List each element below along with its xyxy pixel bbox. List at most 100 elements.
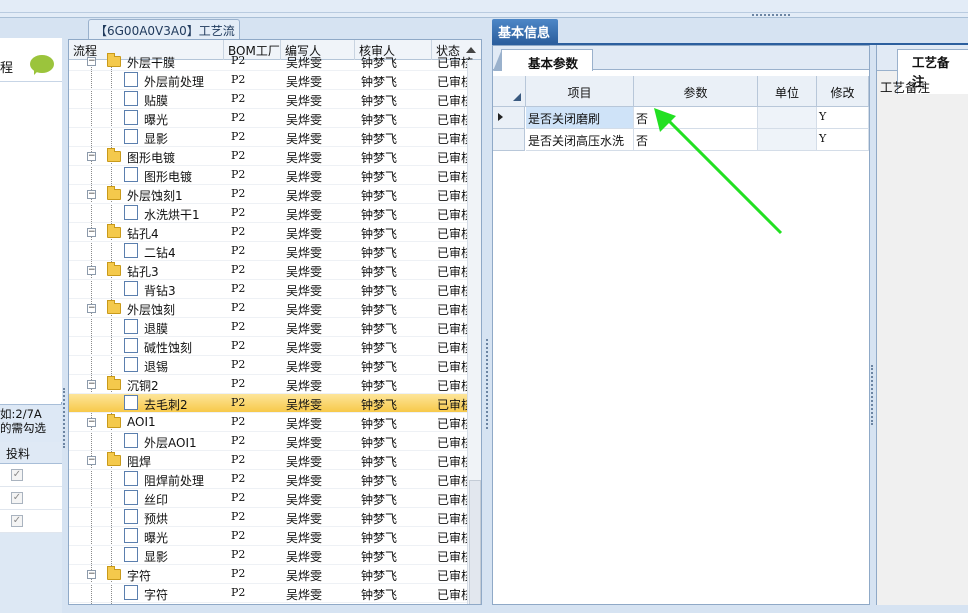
tree-row[interactable]: 显影 P2 吴烨雯 钟梦飞 已审核 xyxy=(69,128,473,147)
tree-row[interactable]: − 阻焊 P2 吴烨雯 钟梦飞 已审核 xyxy=(69,451,473,470)
col-unit[interactable]: 单位 xyxy=(758,76,817,107)
feed-checkbox[interactable]: ✓ xyxy=(11,492,23,504)
col-item[interactable]: 项目 xyxy=(526,76,634,107)
collapse-toggle-icon[interactable]: − xyxy=(87,190,96,199)
cell-bom-factory: P2 xyxy=(231,434,246,447)
cell-bom-factory: P2 xyxy=(231,168,246,181)
tree-row[interactable]: − 图形电镀 P2 吴烨雯 钟梦飞 已审核 xyxy=(69,147,473,166)
row-header[interactable] xyxy=(493,107,525,129)
tree-row[interactable]: 碱性蚀刻 P2 吴烨雯 钟梦飞 已审核 xyxy=(69,337,473,356)
tree-row[interactable]: − 外层干膜 P2 吴烨雯 钟梦飞 已审核 xyxy=(69,52,473,71)
cell-modify[interactable]: Y xyxy=(817,107,869,129)
cell-bom-factory: P2 xyxy=(231,358,246,371)
document-icon xyxy=(124,585,138,600)
tree-row[interactable]: 显影 P2 吴烨雯 钟梦飞 已审核 xyxy=(69,546,473,565)
tree-row[interactable]: 曝光 P2 吴烨雯 钟梦飞 已审核 xyxy=(69,527,473,546)
cell-reviewer: 钟梦飞 xyxy=(361,379,398,393)
tab-basic-params[interactable]: 基本参数 xyxy=(493,49,593,71)
tree-row[interactable]: 去毛刺2 P2 吴烨雯 钟梦飞 已审核 xyxy=(69,394,473,413)
process-tab[interactable]: 【6G00A0V3A0】工艺流程 xyxy=(88,19,240,55)
cell-reviewer: 钟梦飞 xyxy=(361,303,398,317)
process-name: 钻孔4 xyxy=(127,227,159,241)
scrollbar-thumb[interactable] xyxy=(469,480,481,604)
cell-reviewer: 钟梦飞 xyxy=(361,436,398,450)
tree-row[interactable]: 字符 P2 吴烨雯 钟梦飞 已审核 xyxy=(69,584,473,603)
cell-author: 吴烨雯 xyxy=(286,151,323,165)
cell-unit[interactable] xyxy=(758,107,817,129)
cell-bom-factory: P2 xyxy=(231,282,246,295)
splitter-grip[interactable] xyxy=(486,339,489,429)
left-panel-body xyxy=(0,82,62,402)
cell-item[interactable]: 是否关闭高压水洗 xyxy=(526,129,634,151)
tree-row[interactable]: − 外层蚀刻1 P2 吴烨雯 钟梦飞 已审核 xyxy=(69,185,473,204)
cell-param[interactable]: 否 xyxy=(634,107,758,129)
cell-reviewer: 钟梦飞 xyxy=(361,94,398,108)
tree-row[interactable]: 图形电镀 P2 吴烨雯 钟梦飞 已审核 xyxy=(69,166,473,185)
tree-row[interactable]: 外层AOI1 P2 吴烨雯 钟梦飞 已审核 xyxy=(69,432,473,451)
feed-checkbox[interactable]: ✓ xyxy=(11,469,23,481)
tree-row[interactable]: − 字符 P2 吴烨雯 钟梦飞 已审核 xyxy=(69,565,473,584)
tree-vertical-scrollbar[interactable] xyxy=(467,60,481,604)
tree-row[interactable]: − 外层蚀刻 P2 吴烨雯 钟梦飞 已审核 xyxy=(69,299,473,318)
process-name: 去毛刺2 xyxy=(144,398,188,412)
collapse-toggle-icon[interactable]: − xyxy=(87,570,96,579)
collapse-toggle-icon[interactable]: − xyxy=(87,456,96,465)
splitter-grip[interactable] xyxy=(752,14,790,17)
hint-line-2: 的需勾选 xyxy=(0,421,46,435)
tree-row[interactable]: 退锡 P2 吴烨雯 钟梦飞 已审核 xyxy=(69,356,473,375)
tree-row[interactable]: 二钻4 P2 吴烨雯 钟梦飞 已审核 xyxy=(69,242,473,261)
cell-param[interactable]: 否 xyxy=(634,129,758,151)
collapse-toggle-icon[interactable]: − xyxy=(87,228,96,237)
folder-icon xyxy=(107,262,121,276)
cell-author: 吴烨雯 xyxy=(286,94,323,108)
cell-bom-factory: P2 xyxy=(231,206,246,219)
tree-row[interactable]: 贴膜 P2 吴烨雯 钟梦飞 已审核 xyxy=(69,90,473,109)
scroll-up-arrow-icon[interactable] xyxy=(466,47,476,53)
document-icon xyxy=(124,357,138,372)
collapse-toggle-icon[interactable]: − xyxy=(87,380,96,389)
tree-row[interactable]: 水洗烘干1 P2 吴烨雯 钟梦飞 已审核 xyxy=(69,204,473,223)
collapse-toggle-icon[interactable]: − xyxy=(87,418,96,427)
cell-bom-factory: P2 xyxy=(231,586,246,599)
collapse-toggle-icon[interactable]: − xyxy=(87,152,96,161)
tab-basic-info[interactable]: 基本信息 xyxy=(492,19,558,43)
cell-unit[interactable] xyxy=(758,129,817,151)
tree-row[interactable]: 预烘 P2 吴烨雯 钟梦飞 已审核 xyxy=(69,508,473,527)
feed-column-header[interactable]: 投料 xyxy=(0,442,62,464)
tree-row[interactable]: − 钻孔3 P2 吴烨雯 钟梦飞 已审核 xyxy=(69,261,473,280)
tree-row[interactable]: − AOI1 P2 吴烨雯 钟梦飞 已审核 xyxy=(69,413,473,432)
cell-item[interactable]: 是否关闭磨刷 xyxy=(526,107,634,129)
tree-row[interactable]: 曝光 P2 吴烨雯 钟梦飞 已审核 xyxy=(69,109,473,128)
tree-row[interactable]: 外层前处理 P2 吴烨雯 钟梦飞 已审核 xyxy=(69,71,473,90)
cell-author: 吴烨雯 xyxy=(286,455,323,469)
middle-splitter[interactable] xyxy=(482,19,492,605)
tree-row[interactable]: 丝印 P2 吴烨雯 钟梦飞 已审核 xyxy=(69,489,473,508)
cell-modify[interactable]: Y xyxy=(817,129,869,151)
cell-author: 吴烨雯 xyxy=(286,398,323,412)
notes-tab-bar: 工艺备注 xyxy=(877,45,968,94)
cell-reviewer: 钟梦飞 xyxy=(361,75,398,89)
col-param[interactable]: 参数 xyxy=(634,76,758,107)
feed-checkbox[interactable]: ✓ xyxy=(11,515,23,527)
process-name: 外层蚀刻 xyxy=(127,303,176,317)
grid-corner-header[interactable] xyxy=(493,76,526,107)
tree-row[interactable]: 背钻3 P2 吴烨雯 钟梦飞 已审核 xyxy=(69,280,473,299)
tree-row[interactable]: − 钻孔4 P2 吴烨雯 钟梦飞 已审核 xyxy=(69,223,473,242)
collapse-toggle-icon[interactable]: − xyxy=(87,266,96,275)
tree-row[interactable]: 退膜 P2 吴烨雯 钟梦飞 已审核 xyxy=(69,318,473,337)
cell-reviewer: 钟梦飞 xyxy=(361,550,398,564)
splitter-grip[interactable] xyxy=(871,365,874,425)
comment-bubble-icon[interactable] xyxy=(30,55,54,75)
collapse-toggle-icon[interactable]: − xyxy=(87,57,96,66)
process-name: 水洗烘干1 xyxy=(144,208,200,222)
row-header[interactable] xyxy=(493,129,525,151)
cell-author: 吴烨雯 xyxy=(286,512,323,526)
cell-bom-factory: P2 xyxy=(231,73,246,86)
splitter-grip[interactable] xyxy=(63,388,67,448)
collapse-toggle-icon[interactable]: − xyxy=(87,304,96,313)
col-modify[interactable]: 修改 xyxy=(817,76,869,107)
cell-bom-factory: P2 xyxy=(231,130,246,143)
cell-reviewer: 钟梦飞 xyxy=(361,360,398,374)
tree-row[interactable]: − 沉铜2 P2 吴烨雯 钟梦飞 已审核 xyxy=(69,375,473,394)
tree-row[interactable]: 阻焊前处理 P2 吴烨雯 钟梦飞 已审核 xyxy=(69,470,473,489)
